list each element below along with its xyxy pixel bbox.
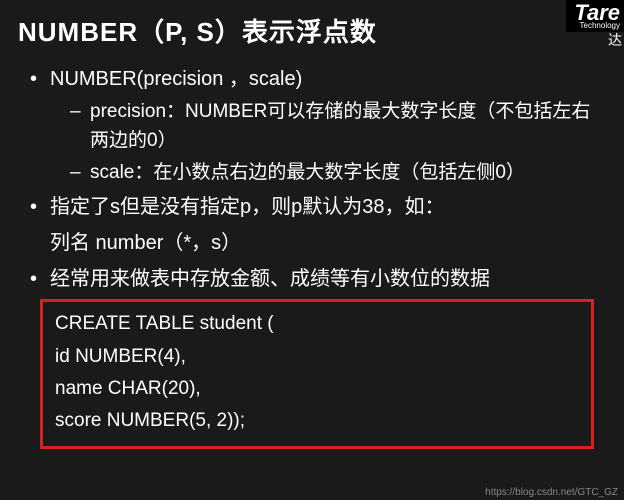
code-box: CREATE TABLE student ( id NUMBER(4), nam… bbox=[40, 299, 594, 448]
code-line-2: id NUMBER(4), bbox=[55, 341, 579, 373]
bullet-1-sub-2: scale：在小数点右边的最大数字长度（包括左侧0） bbox=[70, 158, 606, 187]
watermark: https://blog.csdn.net/GTC_GZ bbox=[485, 487, 618, 498]
bullet-list-2: 经常用来做表中存放金额、成绩等有小数位的数据 bbox=[18, 263, 606, 295]
bullet-1: NUMBER(precision ，scale) precision：NUMBE… bbox=[26, 63, 606, 187]
logo-small: Technology bbox=[574, 22, 620, 30]
bullet-2: 指定了s但是没有指定p，则p默认为38，如： bbox=[26, 191, 606, 223]
slide-title: NUMBER（P, S）表示浮点数 bbox=[18, 12, 606, 49]
bullet-2-example: 列名 number（*，s） bbox=[18, 227, 606, 259]
bullet-1-sub-1: precision：NUMBER可以存储的最大数字长度（不包括左右两边的0） bbox=[70, 97, 606, 156]
bullet-3: 经常用来做表中存放金额、成绩等有小数位的数据 bbox=[26, 263, 606, 295]
code-line-3: name CHAR(20), bbox=[55, 373, 579, 405]
brand-logo: Tare Technology bbox=[566, 0, 624, 32]
bullet-1-sublist: precision：NUMBER可以存储的最大数字长度（不包括左右两边的0） s… bbox=[50, 97, 606, 187]
slide: Tare Technology 达 NUMBER（P, S）表示浮点数 NUMB… bbox=[0, 0, 624, 461]
logo-sub: 达 bbox=[608, 30, 622, 50]
bullet-list: NUMBER(precision ，scale) precision：NUMBE… bbox=[18, 63, 606, 223]
bullet-1-text: NUMBER(precision ，scale) bbox=[50, 68, 302, 90]
code-line-4: score NUMBER(5, 2)); bbox=[55, 405, 579, 437]
code-line-1: CREATE TABLE student ( bbox=[55, 308, 579, 340]
